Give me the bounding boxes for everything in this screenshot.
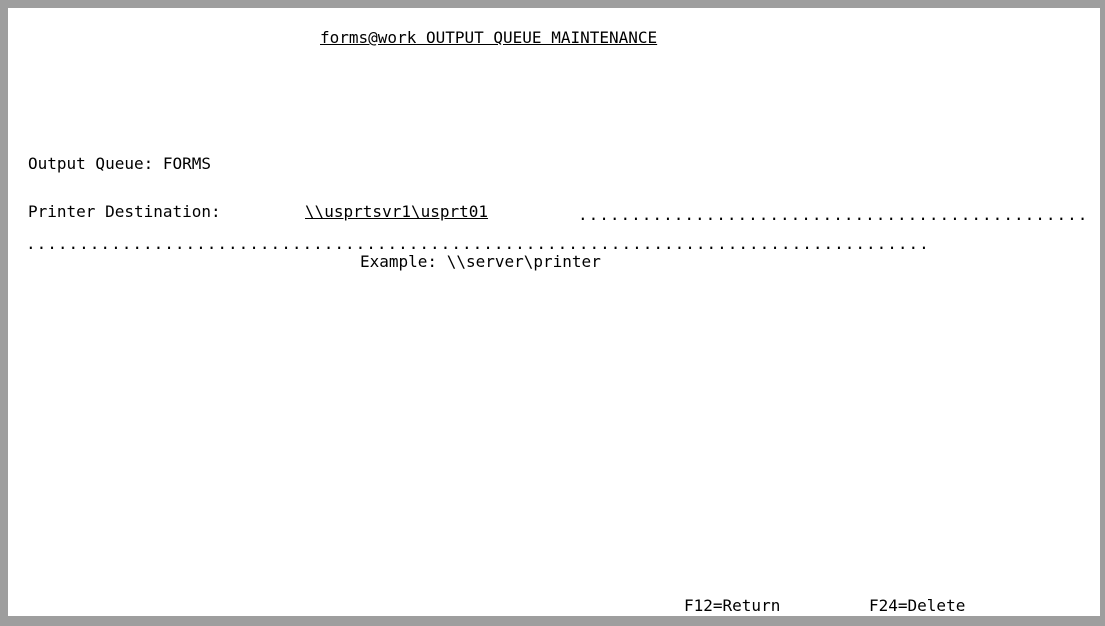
printer-destination-label: Printer Destination: xyxy=(28,202,221,221)
output-queue-label: Output Queue: FORMS xyxy=(28,154,212,173)
terminal-screen: forms@work OUTPUT QUEUE MAINTENANCE Outp… xyxy=(0,0,1105,626)
screen-title: forms@work OUTPUT QUEUE MAINTENANCE xyxy=(320,28,658,47)
f24-delete-key[interactable]: F24=Delete xyxy=(869,596,965,616)
input-field-fill-continued[interactable]: ........................................… xyxy=(26,234,931,254)
f12-return-key[interactable]: F12=Return xyxy=(684,596,780,616)
input-field-fill[interactable]: ........................................… xyxy=(578,205,1088,225)
printer-destination-input[interactable]: \\usprtsvr1\usprt01 xyxy=(305,202,488,222)
printer-destination-example: Example: \\server\printer xyxy=(360,252,601,271)
